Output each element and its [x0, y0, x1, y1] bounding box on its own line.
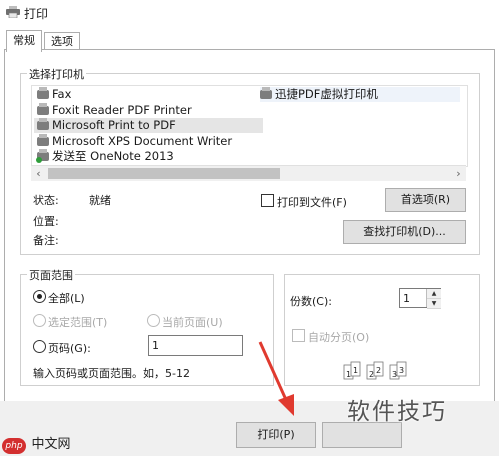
copies-label: 份数(C):: [290, 295, 332, 308]
printer-icon: [37, 87, 49, 99]
red-arrow-icon: [250, 338, 300, 418]
window-title: 打印: [24, 7, 49, 21]
select-printer-label: 选择打印机: [27, 66, 86, 82]
printer-icon: [37, 103, 49, 115]
watermark-text: 软件技巧: [347, 399, 447, 425]
page-range-hint: 输入页码或页面范围。如，5-12: [33, 367, 190, 380]
print-to-file-label[interactable]: 打印到文件(F): [277, 194, 347, 210]
comment-label: 备注:: [33, 234, 59, 247]
pages-input[interactable]: 1: [148, 335, 243, 356]
printer-icon: [37, 118, 49, 130]
printer-list-scrollbar[interactable]: ‹ ›: [31, 165, 466, 181]
collate-page-number: 2: [369, 370, 374, 379]
copies-stepper[interactable]: ▲ ▼: [426, 289, 441, 309]
printer-item-onenote[interactable]: 发送至 OneNote 2013: [36, 149, 174, 164]
printer-icon: [36, 149, 49, 163]
find-printer-button[interactable]: 查找打印机(D)...: [343, 220, 466, 244]
collate-page-number: 1: [353, 366, 358, 375]
printer-item-xps[interactable]: Microsoft XPS Document Writer: [37, 134, 232, 149]
collate-page-number: 3: [392, 370, 397, 379]
spin-up-icon[interactable]: ▲: [427, 289, 441, 299]
current-page-radio[interactable]: [147, 314, 160, 327]
tab-bar: 常规 选项: [0, 26, 499, 52]
all-pages-label[interactable]: 全部(L): [48, 290, 85, 306]
scroll-thumb[interactable]: [48, 168, 280, 179]
printer-icon: [260, 87, 272, 99]
current-page-label[interactable]: 当前页面(U): [162, 314, 223, 330]
selection-label[interactable]: 选定范围(T): [48, 314, 107, 330]
status-label: 状态:: [33, 194, 59, 207]
collate-page-number: 3: [399, 366, 404, 375]
printer-list[interactable]: Fax Foxit Reader PDF Printer Microsoft P…: [31, 85, 468, 167]
scroll-left-icon[interactable]: ‹: [31, 166, 46, 181]
scroll-right-icon[interactable]: ›: [451, 166, 466, 181]
print-button[interactable]: 打印(P): [236, 422, 316, 448]
all-pages-radio[interactable]: [33, 290, 46, 303]
collate-page-number: 1: [346, 370, 351, 379]
watermark-site: 中文网: [31, 437, 71, 452]
selection-radio[interactable]: [33, 314, 46, 327]
printer-item-fax[interactable]: Fax: [37, 87, 71, 102]
print-to-file-checkbox[interactable]: [261, 194, 274, 207]
collate-illustration: 11 22 33: [342, 361, 412, 383]
location-label: 位置:: [33, 215, 59, 228]
pages-radio[interactable]: [33, 340, 46, 353]
printer-item-foxit[interactable]: Foxit Reader PDF Printer: [37, 103, 192, 118]
tab-general[interactable]: 常规: [6, 30, 42, 52]
printer-item-xunjie[interactable]: 迅捷PDF虚拟打印机: [260, 87, 460, 102]
title-bar: 打印: [0, 0, 499, 26]
collate-page-number: 2: [376, 366, 381, 375]
pages-label[interactable]: 页码(G):: [48, 340, 91, 356]
php-logo-icon: php: [2, 438, 26, 454]
printer-item-ms-pdf[interactable]: Microsoft Print to PDF: [34, 118, 263, 133]
spin-down-icon[interactable]: ▼: [427, 299, 441, 309]
preferences-button[interactable]: 首选项(R): [385, 188, 466, 212]
page-range-label: 页面范围: [27, 267, 75, 283]
printer-icon: [37, 134, 49, 146]
collate-label[interactable]: 自动分页(O): [308, 329, 369, 345]
watermark-logo: php 中文网: [2, 433, 112, 454]
status-value: 就绪: [89, 194, 111, 207]
printer-icon: [6, 6, 20, 19]
